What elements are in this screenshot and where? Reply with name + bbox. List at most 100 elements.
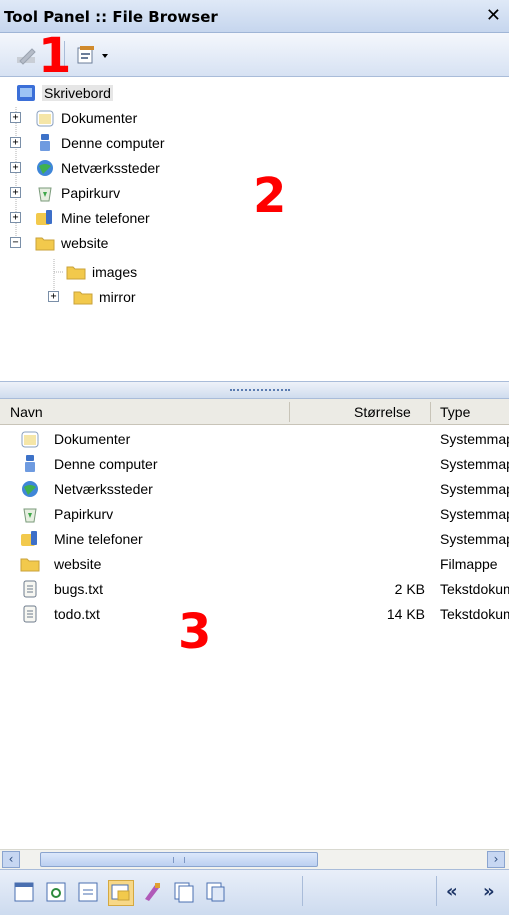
- expand-icon[interactable]: +: [10, 187, 21, 198]
- computer-icon: [40, 133, 50, 151]
- properties-dropdown-icon: [77, 46, 108, 64]
- tree-item-label: Papirkurv: [61, 184, 121, 201]
- file-size: 14 KB: [386, 606, 425, 622]
- folder-icon: [36, 110, 54, 126]
- file-type: Systemmappe: [440, 431, 509, 447]
- phone-folder-icon: [36, 209, 52, 225]
- scroll-right-icon[interactable]: ›: [487, 851, 505, 868]
- tree-item-denne-computer[interactable]: + Denne computer: [10, 130, 165, 155]
- file-list-row[interactable]: Denne computer Systemmappe: [0, 452, 509, 477]
- file-type: Systemmappe: [440, 506, 509, 522]
- tree-item-mine-telefoner[interactable]: + Mine telefoner: [10, 205, 150, 230]
- file-list-row[interactable]: bugs.txt 2 KB Tekstdokument: [0, 577, 509, 602]
- file-type: Filmappe: [440, 556, 498, 572]
- file-name: Denne computer: [54, 456, 158, 472]
- tree-item-label: images: [92, 263, 138, 280]
- view-button-5[interactable]: [140, 880, 164, 904]
- view-button-7[interactable]: [204, 880, 228, 904]
- thumb-grip-icon: [173, 857, 185, 863]
- recycle-bin-icon: [38, 187, 52, 201]
- title-bar: Tool Panel :: File Browser ✕: [0, 0, 509, 33]
- properties-dropdown-button[interactable]: [76, 43, 112, 67]
- column-header-name[interactable]: Navn: [10, 404, 43, 420]
- file-list-row[interactable]: todo.txt 14 KB Tekstdokument: [0, 602, 509, 627]
- view-button-3[interactable]: [76, 880, 100, 904]
- column-divider[interactable]: [430, 402, 431, 422]
- text-file-icon: [23, 605, 37, 623]
- file-type: Systemmappe: [440, 531, 509, 547]
- expand-icon[interactable]: +: [10, 112, 21, 123]
- tree-item-label: website: [61, 234, 109, 251]
- recycle-bin-icon: [23, 508, 37, 523]
- folder-icon: [21, 431, 39, 448]
- file-list-row[interactable]: Mine telefoner Systemmappe: [0, 527, 509, 552]
- computer-icon: [25, 455, 35, 472]
- previous-panel-icon[interactable]: «: [446, 881, 458, 902]
- tree-item-label: Denne computer: [61, 134, 165, 151]
- phone-folder-icon: [21, 531, 37, 546]
- column-header-size[interactable]: Størrelse: [354, 404, 411, 420]
- network-icon: [22, 481, 38, 497]
- file-type: Tekstdokument: [440, 606, 509, 622]
- horizontal-scrollbar[interactable]: ‹ ›: [0, 849, 509, 869]
- pane-splitter[interactable]: [0, 381, 509, 399]
- document-window-icon: [78, 882, 98, 902]
- folder-tree: Skrivebord + Dokumenter + Denne computer…: [4, 77, 509, 381]
- view-button-2[interactable]: [44, 880, 68, 904]
- tree-item-netvaerkssteder[interactable]: + Netværkssteder: [10, 155, 160, 180]
- folder-icon: [35, 237, 55, 250]
- pages-icon: [174, 882, 194, 903]
- bottom-separator: [436, 876, 437, 906]
- file-list-row[interactable]: Papirkurv Systemmappe: [0, 502, 509, 527]
- scrollbar-thumb[interactable]: [40, 852, 318, 867]
- file-name: Dokumenter: [54, 431, 131, 447]
- file-name: Netværkssteder: [54, 481, 153, 497]
- view-button-6[interactable]: [172, 880, 196, 904]
- network-icon: [37, 159, 53, 176]
- collapse-icon[interactable]: −: [10, 237, 21, 248]
- bottom-toolbar: « »: [0, 869, 509, 915]
- window-icon: [14, 882, 34, 902]
- expand-icon[interactable]: +: [10, 212, 21, 223]
- tree-item-mirror[interactable]: + mirror: [48, 284, 136, 309]
- expand-icon[interactable]: +: [10, 137, 21, 148]
- file-name: bugs.txt: [54, 581, 104, 597]
- file-list-row[interactable]: website Filmappe: [0, 552, 509, 577]
- text-file-icon: [23, 580, 37, 598]
- expand-icon[interactable]: +: [10, 162, 21, 173]
- search-window-icon: [46, 882, 66, 902]
- tree-item-label: Mine telefoner: [61, 209, 150, 226]
- tree-item-website[interactable]: − website: [10, 230, 108, 255]
- tree-item-label: Skrivebord: [42, 84, 113, 101]
- edit-icon: [17, 48, 36, 65]
- file-name: Papirkurv: [54, 506, 114, 522]
- view-button-4-active[interactable]: [108, 880, 134, 906]
- file-list-row[interactable]: Dokumenter Systemmappe: [0, 427, 509, 452]
- column-divider[interactable]: [289, 402, 290, 422]
- close-icon[interactable]: ✕: [486, 5, 501, 26]
- file-type: Systemmappe: [440, 481, 509, 497]
- file-name: Mine telefoner: [54, 531, 143, 547]
- tree-item-papirkurv[interactable]: + Papirkurv: [10, 180, 120, 205]
- tree-item-skrivebord[interactable]: Skrivebord: [16, 80, 113, 105]
- tree-item-images[interactable]: images: [66, 259, 137, 284]
- expand-icon[interactable]: +: [48, 291, 59, 302]
- bottom-separator: [302, 876, 303, 906]
- column-header-type[interactable]: Type: [440, 404, 470, 420]
- file-size: 2 KB: [394, 581, 425, 597]
- tree-item-label: Netværkssteder: [61, 159, 160, 176]
- desktop-icon: [17, 84, 35, 101]
- next-panel-icon[interactable]: »: [483, 881, 495, 902]
- tree-item-dokumenter[interactable]: + Dokumenter: [10, 105, 137, 130]
- file-name: todo.txt: [54, 606, 100, 622]
- file-list-row[interactable]: Netværkssteder Systemmappe: [0, 477, 509, 502]
- splitter-grip-icon[interactable]: [230, 389, 290, 393]
- scroll-left-icon[interactable]: ‹: [2, 851, 20, 868]
- view-button-1[interactable]: [12, 880, 36, 904]
- edit-button[interactable]: [14, 43, 40, 67]
- tree-item-label: mirror: [99, 288, 136, 305]
- copy-icon: [206, 882, 225, 902]
- file-name: website: [54, 556, 102, 572]
- tree-item-label: Dokumenter: [61, 109, 138, 126]
- folder-icon: [66, 266, 86, 279]
